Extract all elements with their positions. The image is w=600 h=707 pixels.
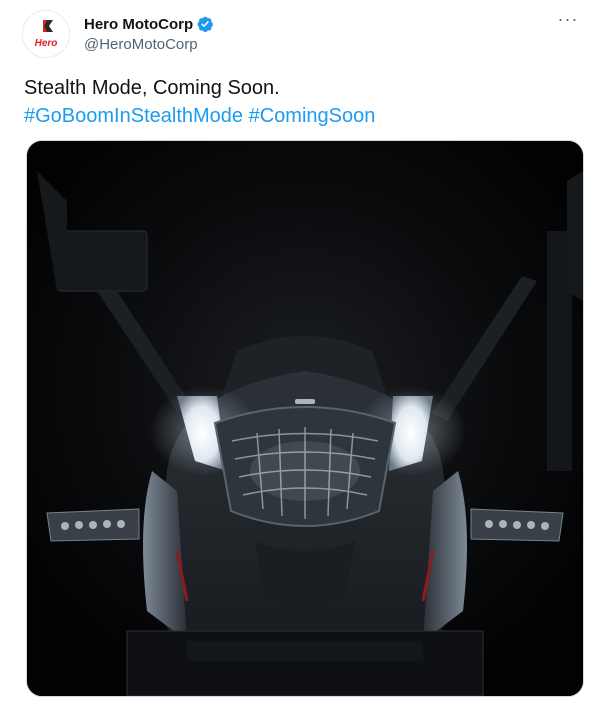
hashtag-link[interactable]: #GoBoomInStealthMode [24,105,243,127]
handle[interactable]: @HeroMotoCorp [84,36,214,53]
hashtag-link[interactable]: #ComingSoon [249,105,376,127]
display-name[interactable]: Hero MotoCorp [84,16,193,33]
more-options-icon[interactable]: ··· [554,10,582,32]
tweet-text: Stealth Mode, Coming Soon. #GoBoomInStea… [24,74,584,130]
tweet-media-image[interactable] [26,140,584,697]
tweet-header: Hero Hero MotoCorp @HeroMotoCorp ··· [22,10,582,60]
avatar-logo-text: Hero [35,38,58,49]
verified-badge-icon [196,15,214,33]
tweet-card: Hero Hero MotoCorp @HeroMotoCorp ··· Ste… [0,0,600,707]
hero-logo-icon: Hero [35,20,58,49]
author-names: Hero MotoCorp @HeroMotoCorp [84,14,214,53]
avatar[interactable]: Hero [22,10,70,58]
motorcycle-headlight-image [27,141,583,696]
tweet-text-line: Stealth Mode, Coming Soon. [24,77,280,99]
